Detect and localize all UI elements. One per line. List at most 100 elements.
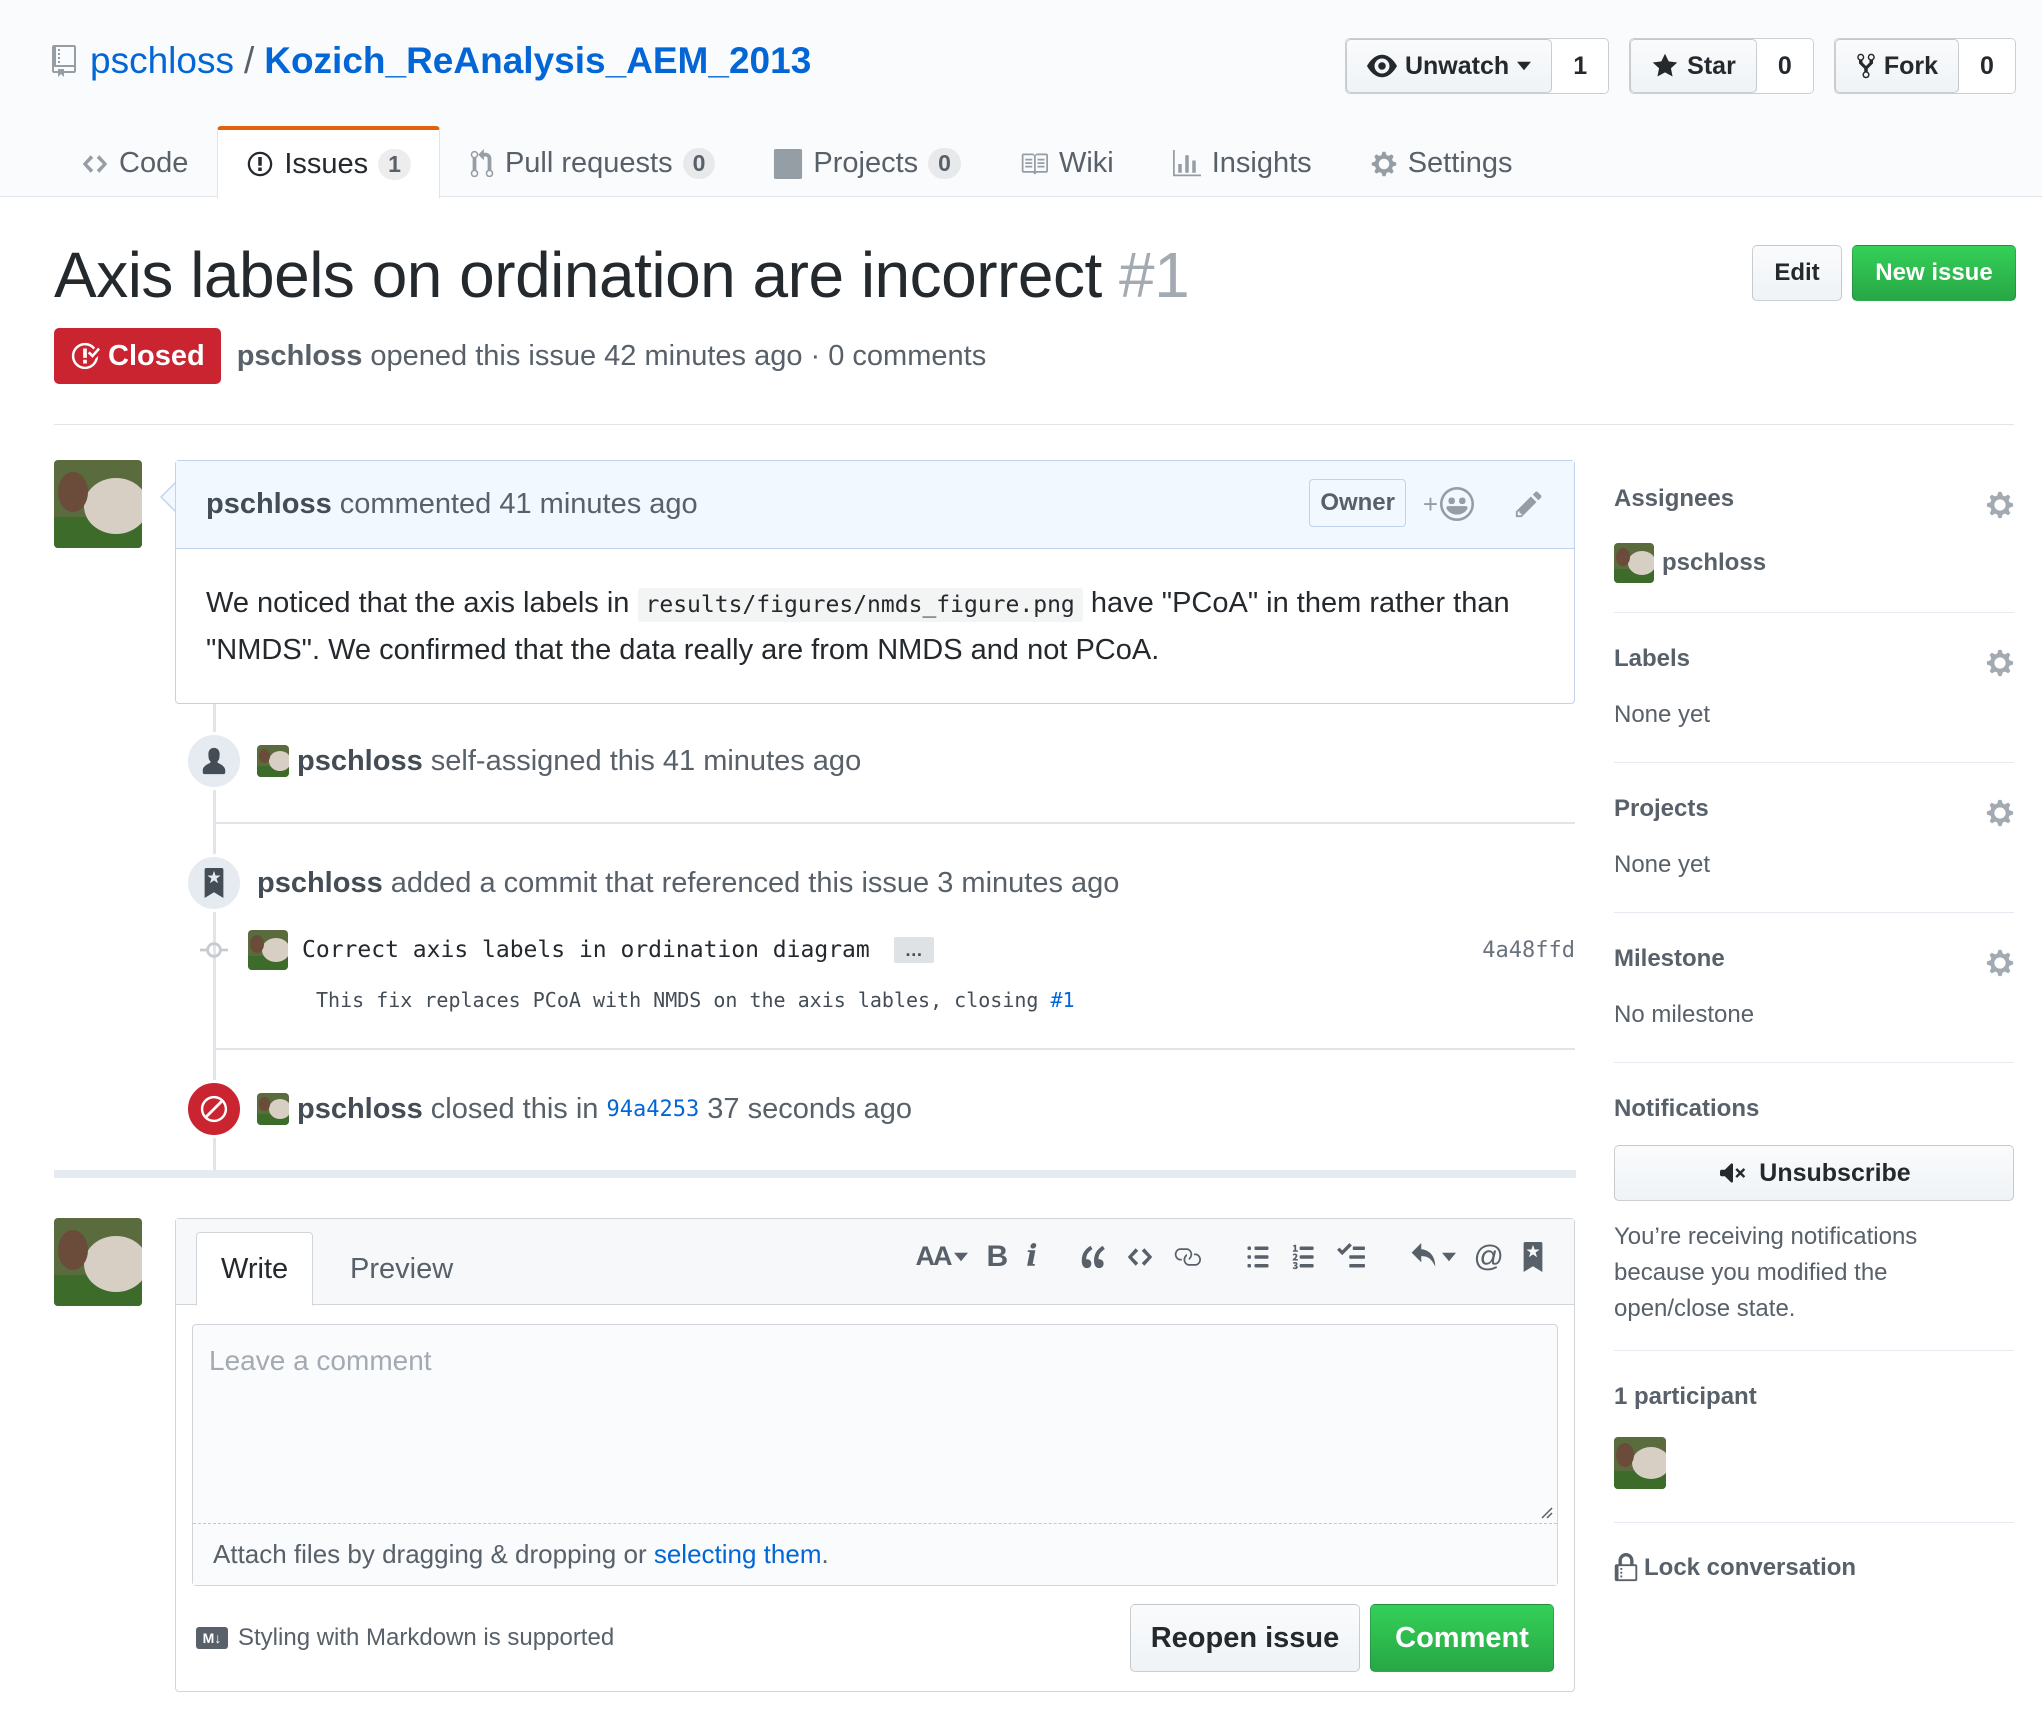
issues-counter: 1 xyxy=(378,148,411,180)
git-commit-icon xyxy=(200,940,228,960)
closed-commit-link[interactable]: 94a4253 xyxy=(607,1097,700,1122)
resize-handle-icon[interactable] xyxy=(1539,1505,1553,1519)
comment-body: We noticed that the axis labels in resul… xyxy=(176,549,1574,703)
commit-ref-author[interactable]: pschloss xyxy=(257,867,383,900)
repo-title: pschloss / Kozich_ReAnalysis_AEM_2013 xyxy=(52,40,811,82)
issue-reference-link[interactable]: #1 xyxy=(1051,988,1075,1012)
comment-textarea[interactable]: Leave a comment Attach files by dragging… xyxy=(192,1324,1558,1586)
smiley-icon xyxy=(1440,487,1474,521)
milestone-value: No milestone xyxy=(1614,1001,1755,1028)
avatar[interactable] xyxy=(257,745,289,777)
commit-expand-button[interactable]: … xyxy=(893,937,934,963)
repo-name-link[interactable]: Kozich_ReAnalysis_AEM_2013 xyxy=(264,40,811,82)
tab-wiki-label: Wiki xyxy=(1058,147,1114,179)
italic-button[interactable]: i xyxy=(1026,1239,1037,1274)
bookmark-icon[interactable] xyxy=(1522,1241,1544,1272)
status-badge: Closed xyxy=(54,328,221,384)
stars-count[interactable]: 0 xyxy=(1756,39,1813,93)
header-text-button[interactable]: AA xyxy=(915,1241,969,1272)
labels-gear-icon[interactable] xyxy=(1986,648,2014,678)
lock-conversation-link[interactable]: Lock conversation xyxy=(1614,1523,2014,1603)
projects-gear-icon[interactable] xyxy=(1986,798,2014,828)
closed-event-text: closed this in xyxy=(430,1092,599,1125)
tab-settings[interactable]: Settings xyxy=(1341,126,1542,198)
tab-wiki[interactable]: Wiki xyxy=(990,126,1143,198)
assignee-item[interactable]: pschloss xyxy=(1614,543,1766,583)
comment-tabs: Write Preview AA B i @ xyxy=(176,1219,1574,1306)
avatar[interactable] xyxy=(1614,1437,1666,1489)
sidebar-labels: Labels None yet xyxy=(1614,613,2014,763)
reply-icon[interactable] xyxy=(1408,1242,1456,1271)
tab-projects[interactable]: Projects 0 xyxy=(744,126,990,198)
unordered-list-icon[interactable] xyxy=(1244,1243,1272,1271)
avatar xyxy=(1614,543,1654,583)
star-icon xyxy=(1651,52,1679,80)
tab-settings-label: Settings xyxy=(1407,147,1513,179)
mention-button[interactable]: @ xyxy=(1474,1240,1504,1274)
issue-meta: Closed pschloss opened this issue 42 min… xyxy=(54,328,986,384)
tab-insights[interactable]: Insights xyxy=(1143,126,1341,198)
avatar[interactable] xyxy=(248,930,288,970)
star-group: Star 0 xyxy=(1629,38,1814,94)
issue-opened-icon xyxy=(246,150,274,178)
tab-preview[interactable]: Preview xyxy=(326,1232,477,1306)
quote-icon[interactable] xyxy=(1080,1243,1108,1271)
reopen-issue-button[interactable]: Reopen issue xyxy=(1130,1604,1360,1672)
comment-time[interactable]: commented 41 minutes ago xyxy=(340,488,698,521)
assigned-event-author[interactable]: pschloss xyxy=(297,745,423,778)
projects-counter: 0 xyxy=(928,148,961,179)
fork-button[interactable]: Fork xyxy=(1834,39,1959,93)
milestone-gear-icon[interactable] xyxy=(1986,948,2014,978)
issue-author-link[interactable]: pschloss xyxy=(237,340,363,373)
issue-number: #1 xyxy=(1119,239,1190,311)
assignees-gear-icon[interactable] xyxy=(1986,490,2014,520)
ordered-list-icon[interactable] xyxy=(1290,1243,1318,1271)
forks-count[interactable]: 0 xyxy=(1959,39,2015,93)
code-icon[interactable] xyxy=(1126,1243,1154,1271)
pencil-icon[interactable] xyxy=(1514,489,1544,519)
comment-button[interactable]: Comment xyxy=(1370,1604,1554,1672)
bold-button[interactable]: B xyxy=(986,1240,1008,1274)
commit-sha-link[interactable]: 4a48ffd xyxy=(1482,938,1575,963)
edit-button[interactable]: Edit xyxy=(1752,245,1842,301)
avatar[interactable] xyxy=(54,1218,142,1306)
issue-title-text: Axis labels on ordination are incorrect xyxy=(54,239,1102,311)
unsubscribe-button[interactable]: Unsubscribe xyxy=(1614,1145,2014,1201)
add-reaction-button[interactable]: + xyxy=(1423,487,1474,521)
project-icon xyxy=(773,148,803,179)
select-files-link[interactable]: selecting them xyxy=(654,1539,822,1570)
new-issue-button[interactable]: New issue xyxy=(1852,245,2016,301)
attach-text-end: . xyxy=(821,1539,829,1569)
notification-reason: You’re receiving notifications because y… xyxy=(1614,1223,1918,1322)
unwatch-button[interactable]: Unwatch xyxy=(1345,39,1553,93)
tab-pull-requests[interactable]: Pull requests 0 xyxy=(440,126,744,198)
tab-write[interactable]: Write xyxy=(196,1232,314,1306)
projects-heading: Projects xyxy=(1614,795,1709,822)
tab-issues[interactable]: Issues 1 xyxy=(217,126,440,199)
avatar[interactable] xyxy=(54,460,142,548)
commit-title-link[interactable]: Correct axis labels in ordination diagra… xyxy=(302,937,870,963)
header-divider xyxy=(54,424,2014,425)
issue-meta-text: opened this issue 42 minutes ago · 0 com… xyxy=(370,339,987,372)
sidebar-projects: Projects None yet xyxy=(1614,763,2014,913)
watchers-count[interactable]: 1 xyxy=(1552,39,1609,93)
new-comment-form: Write Preview AA B i @ Leave a comment A… xyxy=(175,1218,1575,1692)
repo-header: pschloss / Kozich_ReAnalysis_AEM_2013 Un… xyxy=(0,0,2042,199)
comment-code: results/figures/nmds_figure.png xyxy=(637,588,1083,622)
assignee-name: pschloss xyxy=(1662,549,1767,576)
comment-author-link[interactable]: pschloss xyxy=(206,488,332,521)
tab-code[interactable]: Code xyxy=(52,126,217,198)
markdown-note-link[interactable]: Styling with Markdown is supported xyxy=(238,1624,614,1652)
attach-files-area[interactable]: Attach files by dragging & dropping or s… xyxy=(193,1523,1557,1585)
lock-icon xyxy=(1614,1553,1638,1583)
star-label: Star xyxy=(1687,51,1736,80)
pulls-counter: 0 xyxy=(682,148,716,179)
commit-ref-event: pschloss added a commit that referenced … xyxy=(185,854,1119,912)
link-icon[interactable] xyxy=(1172,1243,1202,1271)
attach-text: Attach files by dragging & dropping or xyxy=(213,1539,647,1569)
closed-event-author[interactable]: pschloss xyxy=(297,1093,423,1126)
star-button[interactable]: Star xyxy=(1630,39,1757,93)
tasklist-icon[interactable] xyxy=(1336,1242,1366,1271)
repo-owner-link[interactable]: pschloss xyxy=(90,40,234,82)
avatar[interactable] xyxy=(257,1093,289,1125)
